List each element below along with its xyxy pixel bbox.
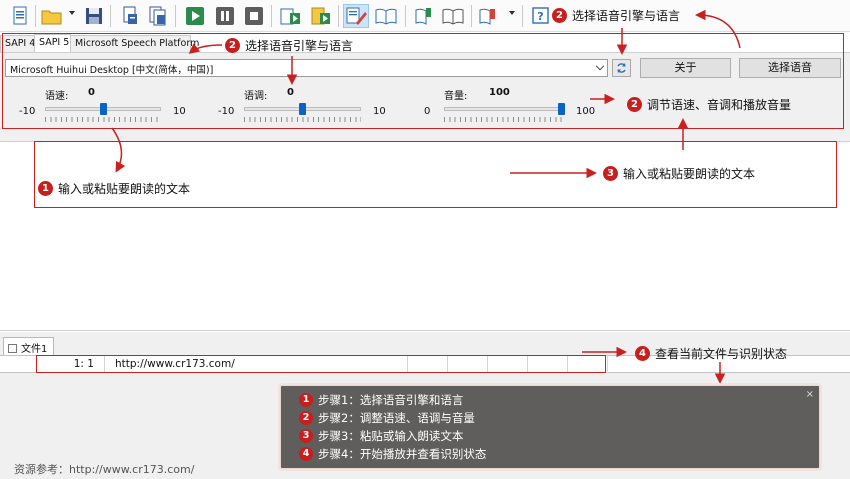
document-icon (8, 344, 17, 353)
source-footer: 资源参考：http://www.cr173.com/ (14, 463, 195, 476)
play-icon[interactable] (184, 5, 206, 27)
bookmark-menu-icon[interactable] (477, 5, 501, 27)
annotation-4: 4 查看当前文件与识别状态 (635, 345, 787, 362)
toolbar-separator (110, 5, 111, 27)
read-book-icon[interactable] (374, 5, 398, 27)
toolbar-separator (338, 5, 339, 27)
annotation-3: 3 输入或粘贴要朗读的文本 (603, 165, 755, 182)
document-tab[interactable]: 文件1 (3, 337, 54, 355)
annotation-2-sliders: 2 调节语速、音调和播放音量 (627, 96, 791, 113)
annotation-1: 1 输入或粘贴要朗读的文本 (38, 180, 190, 197)
speak-clipboard-icon[interactable] (309, 5, 333, 27)
new-document-icon[interactable] (9, 5, 31, 27)
svg-text:?: ? (537, 10, 543, 23)
bookmarks-icon[interactable] (441, 5, 465, 27)
pause-icon[interactable] (214, 5, 236, 27)
open-dropdown-icon[interactable] (69, 11, 75, 15)
toolbar-separator (35, 5, 36, 27)
panel-highlight-box (2, 33, 844, 129)
stop-icon[interactable] (243, 5, 265, 27)
steps-panel: × 1 步骤1：选择语音引擎和语言 2 步骤2：调整语速、语调与音量 3 步骤3：粘贴… (280, 385, 820, 469)
edit-text-icon[interactable] (343, 4, 369, 28)
help-icon[interactable]: ? (530, 5, 552, 27)
annotation-2-panel: 2 选择语音引擎与语言 (225, 37, 353, 54)
main-toolbar: ? (0, 0, 850, 32)
toolbar-separator (522, 5, 523, 27)
add-bookmark-icon[interactable] (412, 5, 436, 27)
export-all-icon[interactable] (147, 5, 169, 27)
step-item: 3 步骤3：粘贴或输入朗读文本 (299, 428, 463, 444)
close-icon[interactable]: × (806, 389, 814, 400)
export-document-icon[interactable] (119, 5, 141, 27)
document-tab-label: 文件1 (21, 344, 48, 355)
step-item: 1 步骤1：选择语音引擎和语言 (299, 392, 463, 408)
bookmark-dropdown-icon[interactable] (509, 11, 515, 15)
status-highlight-box (36, 355, 606, 373)
speak-to-file-icon[interactable] (279, 5, 303, 27)
toolbar-separator (405, 5, 406, 27)
save-icon[interactable] (83, 5, 105, 27)
step-item: 4 步骤4：开始播放并查看识别状态 (299, 446, 486, 462)
open-folder-icon[interactable] (40, 5, 64, 27)
step-item: 2 步骤2：调整语速、语调与音量 (299, 410, 475, 426)
toolbar-separator (471, 5, 472, 27)
toolbar-separator (175, 5, 176, 27)
toolbar-separator (271, 5, 272, 27)
annotation-2-toolbar: 2 选择语音引擎与语言 (552, 7, 680, 24)
